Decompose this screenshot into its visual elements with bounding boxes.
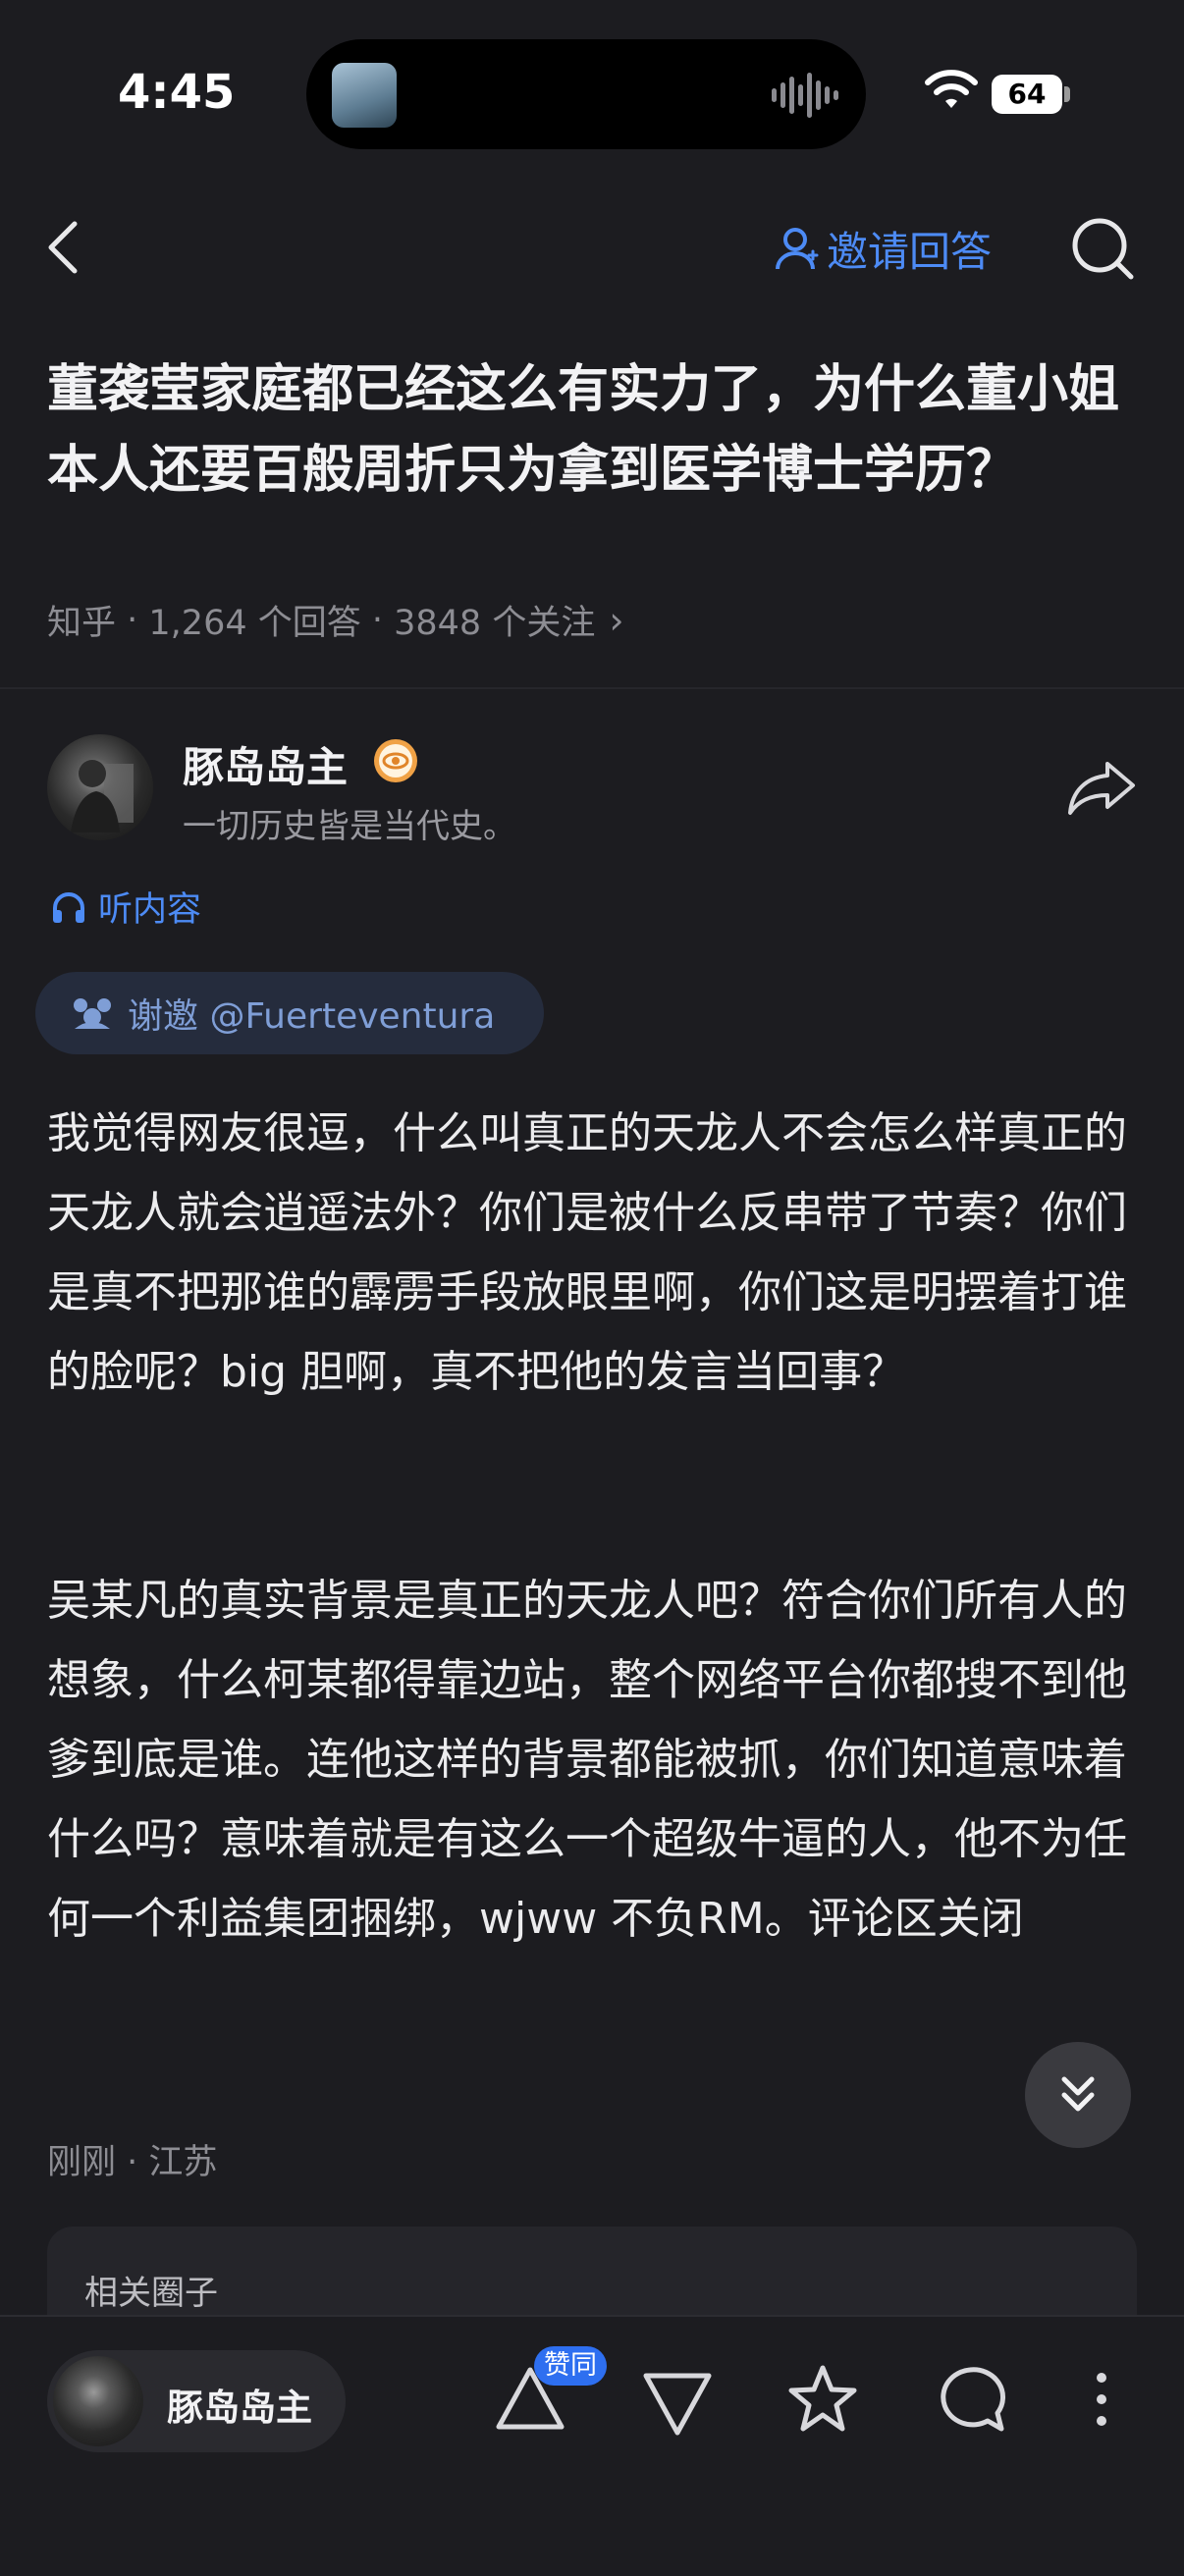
dynamic-island[interactable]: [306, 39, 866, 149]
share-icon[interactable]: [1066, 758, 1137, 817]
status-time: 4:45: [118, 65, 236, 120]
meta-separator: ·: [360, 600, 395, 640]
question-title[interactable]: 董袭莹家庭都已经这么有实力了，为什么董小姐本人还要百般周折只为拿到医学博士学历？: [47, 349, 1137, 510]
downvote-icon[interactable]: [638, 2364, 717, 2442]
thanks-icon: [74, 998, 111, 1029]
author-avatar: [53, 2356, 143, 2446]
back-icon[interactable]: [43, 218, 82, 277]
star-icon[interactable]: [783, 2360, 862, 2439]
chevron-right-icon: ›: [609, 598, 624, 642]
author-name[interactable]: 豚岛岛主: [183, 734, 348, 794]
collapse-button[interactable]: [1025, 2042, 1131, 2148]
section-divider: [0, 687, 1184, 689]
invite-label: 邀请回答: [827, 227, 993, 276]
upvote-badge: 赞同: [534, 2346, 607, 2386]
listen-label: 听内容: [98, 890, 202, 930]
wifi-icon: [925, 70, 978, 108]
bottom-action-bar: 豚岛岛主 赞同: [0, 2315, 1184, 2576]
now-playing-thumbnail: [332, 63, 397, 128]
author-avatar[interactable]: [47, 734, 153, 840]
bottom-author-name: 豚岛岛主: [167, 2387, 312, 2429]
follower-count: 3848 个关注: [394, 604, 596, 643]
battery-cap: [1064, 86, 1070, 102]
headphones-icon: [53, 891, 84, 923]
thanks-invite-chip[interactable]: 谢邀 @Fuerteventura: [35, 972, 544, 1054]
answer-time-location: 刚刚 · 江苏: [47, 2143, 218, 2182]
answer-paragraph: 我觉得网友很逗，什么叫真正的天龙人不会怎么样真正的天龙人就会逍遥法外？你们是被什…: [47, 1108, 1127, 1397]
author-bio: 一切历史皆是当代史。: [183, 807, 516, 846]
answer-count: 1,264 个回答: [148, 604, 361, 643]
more-icon[interactable]: [1084, 2360, 1119, 2439]
audio-waveform-icon: [772, 73, 838, 118]
meta-separator: ·: [116, 600, 149, 640]
bottom-author-chip[interactable]: 豚岛岛主: [47, 2350, 346, 2452]
double-chevron-down-icon: [1061, 2076, 1095, 2112]
search-icon[interactable]: [1070, 216, 1135, 281]
thanks-label: 谢邀 @Fuerteventura: [128, 996, 496, 1037]
creator-badge-icon: [374, 739, 417, 782]
listen-button[interactable]: 听内容: [51, 882, 201, 932]
invite-answer-button[interactable]: 邀请回答: [776, 216, 992, 281]
comment-icon[interactable]: [931, 2360, 1009, 2439]
avatar-photo: [71, 760, 134, 832]
battery-level: 64: [992, 75, 1062, 114]
related-circles-label: 相关圈子: [84, 2274, 218, 2313]
user-icon: [776, 228, 819, 270]
question-source: 知乎: [47, 604, 117, 643]
battery-indicator: 64: [992, 75, 1070, 114]
answer-paragraph: 吴某凡的真实背景是真正的天龙人吧？符合你们所有人的想象，什么柯某都得靠边站，整个…: [47, 1576, 1127, 1944]
question-meta[interactable]: 知乎 · 1,264 个回答 · 3848 个关注 ›: [47, 595, 624, 645]
